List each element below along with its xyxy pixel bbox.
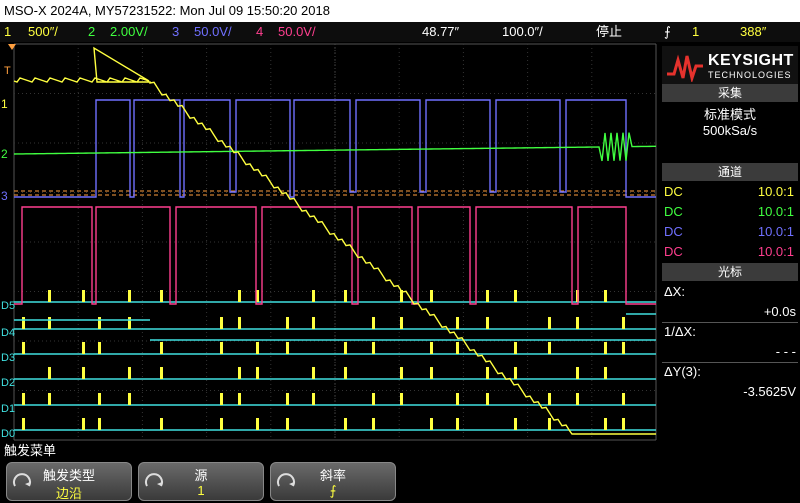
- ch2-scale[interactable]: 2.00V/: [110, 22, 148, 42]
- ch1-scale[interactable]: 500″/: [28, 22, 58, 42]
- slope-value: ⨍: [329, 483, 337, 498]
- cursor-separator-2: [662, 362, 798, 363]
- d0-label[interactable]: D0: [1, 428, 15, 440]
- slope-label: 斜率: [319, 468, 346, 483]
- trigger-position-icon: [8, 44, 16, 50]
- d4-label[interactable]: D4: [1, 327, 15, 339]
- title-bar: MSO-X 2024A, MY57231522: Mon Jul 09 15:5…: [0, 0, 800, 22]
- ch2-probe: 10.0:1: [757, 204, 794, 219]
- keysight-wave-icon: [667, 54, 703, 82]
- timebase[interactable]: 100.0″/: [502, 22, 543, 42]
- trigger-slope-icon: ⨍: [664, 24, 671, 39]
- channel-row-1[interactable]: DC 10.0:1: [664, 182, 796, 201]
- trigger-type-label: 触发类型: [42, 468, 95, 483]
- acquire-mode: 标准模式: [703, 107, 756, 122]
- waveform-display[interactable]: T 1 2 3 D5 D4 D3 D2 D1 D0: [0, 42, 660, 442]
- ch4-probe: 10.0:1: [757, 244, 794, 259]
- ch3-probe: 10.0:1: [757, 224, 794, 239]
- source-value: 1: [197, 483, 205, 498]
- d2-label[interactable]: D2: [1, 377, 15, 389]
- brand-name: KEYSIGHT: [708, 52, 794, 69]
- waveform-graticule: T 1 2 3 D5 D4 D3 D2 D1 D0: [1, 43, 657, 441]
- source-softkey[interactable]: 源 1: [138, 462, 264, 501]
- menu-title: 触发菜单: [4, 443, 57, 458]
- channels-header[interactable]: 通道: [662, 163, 798, 181]
- channel-row-3[interactable]: DC 10.0:1: [664, 222, 796, 241]
- ch3-coupling: DC: [664, 224, 683, 239]
- ch4-coupling: DC: [664, 244, 683, 259]
- status-bar: 1 500″/ 2 2.00V/ 3 50.0V/ 4 50.0V/ 48.77…: [0, 22, 800, 42]
- ch2-ground-marker[interactable]: 2: [1, 147, 8, 161]
- slope-softkey[interactable]: 斜率 ⨍: [270, 462, 396, 501]
- trigger-level[interactable]: 388″: [740, 22, 766, 42]
- trigger-type-softkey[interactable]: 触发类型 边沿: [6, 462, 132, 501]
- d5-label[interactable]: D5: [1, 300, 15, 312]
- ch4-number[interactable]: 4: [256, 22, 263, 42]
- channel-row-2[interactable]: DC 10.0:1: [664, 202, 796, 221]
- ch3-number[interactable]: 3: [172, 22, 179, 42]
- brand-subtitle: TECHNOLOGIES: [708, 70, 792, 80]
- d1-label[interactable]: D1: [1, 403, 15, 415]
- d3-label[interactable]: D3: [1, 352, 15, 364]
- inv-delta-x-label: 1/ΔX:: [664, 324, 696, 339]
- cursors-header[interactable]: 光标: [662, 263, 798, 281]
- ch1-probe: 10.0:1: [757, 184, 794, 199]
- trigger-type-value: 边沿: [55, 486, 82, 501]
- inv-delta-x-value: - - -: [775, 344, 796, 359]
- ch1-coupling: DC: [664, 184, 683, 199]
- acquire-header[interactable]: 采集: [662, 84, 798, 102]
- cursor-separator-1: [662, 322, 798, 323]
- horizontal-delay[interactable]: 48.77″: [422, 22, 459, 42]
- sample-rate: 500kSa/s: [702, 123, 758, 138]
- side-panel: KEYSIGHT TECHNOLOGIES 采集 标准模式 500kSa/s 通…: [660, 42, 800, 442]
- ch1-ground-marker[interactable]: 1: [1, 97, 8, 111]
- ch3-scale[interactable]: 50.0V/: [194, 22, 232, 42]
- delta-x-label: ΔX:: [664, 284, 685, 299]
- menu-title-bar: 触发菜单: [0, 442, 800, 460]
- channel-row-4[interactable]: DC 10.0:1: [664, 242, 796, 261]
- ch2-coupling: DC: [664, 204, 683, 219]
- source-label: 源: [194, 468, 208, 483]
- ch3-ground-marker[interactable]: 3: [1, 189, 8, 203]
- window-title: MSO-X 2024A, MY57231522: Mon Jul 09 15:5…: [4, 3, 330, 18]
- delta-x-value: +0.0s: [763, 304, 796, 319]
- trigger-level-marker[interactable]: T: [4, 65, 11, 77]
- softkey-bar: 触发类型 边沿 源 1 斜率 ⨍: [0, 460, 800, 503]
- run-state[interactable]: 停止: [596, 22, 622, 42]
- ch2-number[interactable]: 2: [88, 22, 95, 42]
- ch1-number[interactable]: 1: [4, 22, 11, 42]
- trigger-source[interactable]: 1: [692, 22, 699, 42]
- delta-y-label: ΔY(3):: [664, 364, 701, 379]
- delta-y-value: -3.5625V: [743, 384, 796, 399]
- ch4-scale[interactable]: 50.0V/: [278, 22, 316, 42]
